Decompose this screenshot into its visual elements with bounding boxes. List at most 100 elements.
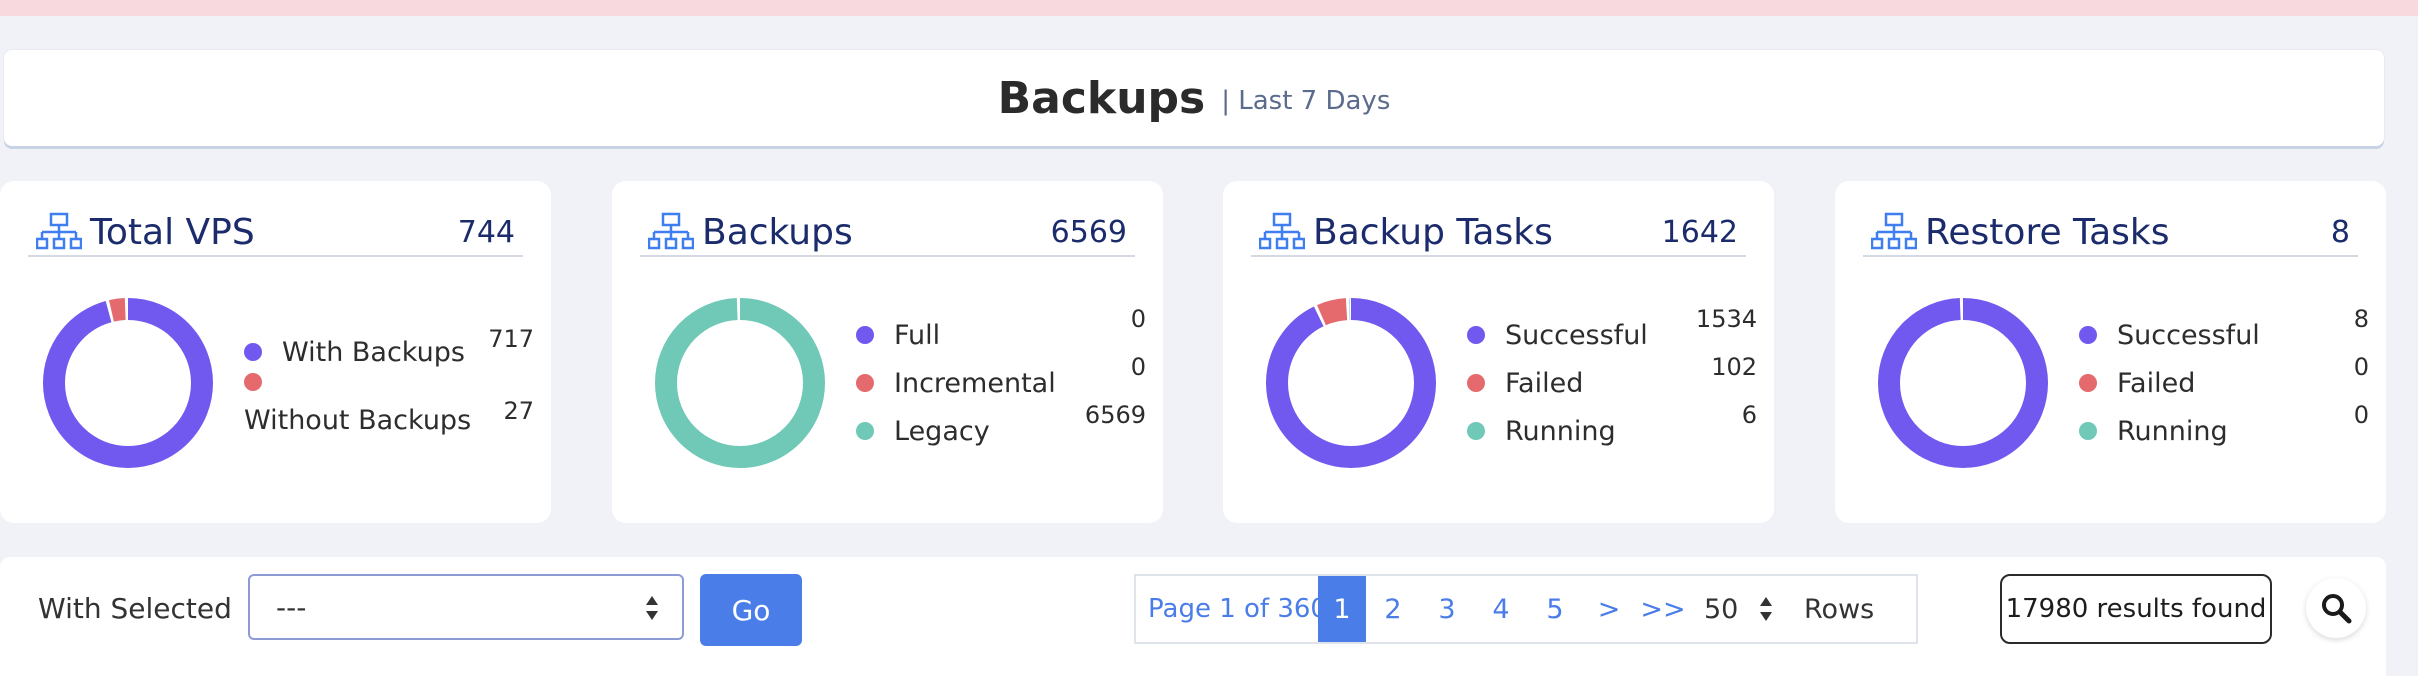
- next-page-link[interactable]: >: [1582, 576, 1636, 642]
- legend-item-successful: Successful 8: [2079, 305, 2369, 359]
- stat-card-backups: Backups 6569 Full 0 Incremental 0 Legacy…: [612, 181, 1163, 523]
- sort-arrows-icon: [1760, 597, 1772, 621]
- legend-value: 8: [2353, 305, 2369, 333]
- legend-dot: [1467, 326, 1485, 344]
- legend-value: 6: [1741, 401, 1757, 429]
- network-icon: [648, 212, 694, 250]
- last-page-link[interactable]: >>: [1636, 576, 1690, 642]
- legend-item-failed: Failed 102: [1467, 353, 1757, 407]
- network-icon: [36, 212, 82, 250]
- legend-item-legacy: Legacy 6569: [856, 401, 1146, 455]
- legend-label: Incremental: [894, 367, 1056, 399]
- results-count: 17980 results found: [2005, 594, 2267, 624]
- legend-value: 0: [1130, 305, 1146, 333]
- card-total: 744: [457, 214, 515, 250]
- legend-label: Successful: [1505, 319, 1648, 351]
- legend-item-running: Running 0: [2079, 401, 2369, 455]
- card-title: Restore Tasks: [1925, 211, 2170, 253]
- legend-item-running: Running 6: [1467, 401, 1757, 455]
- donut-chart-backup-tasks: [1266, 298, 1436, 468]
- page-header: Backups | Last 7 Days: [4, 50, 2384, 146]
- page-link-5[interactable]: 5: [1528, 576, 1582, 642]
- with-selected-label: With Selected: [38, 592, 232, 625]
- legend-value: 102: [1711, 353, 1757, 381]
- legend-dot: [2079, 422, 2097, 440]
- pagination: Page 1 of 360 1 2 3 4 5 > >> 50 Rows: [1134, 574, 1918, 644]
- page-subtitle: | Last 7 Days: [1221, 86, 1391, 116]
- legend-label: With Backups: [282, 336, 465, 368]
- legend-dot: [244, 373, 262, 391]
- page-link-2[interactable]: 2: [1366, 576, 1420, 642]
- donut-chart-backups: [655, 298, 825, 468]
- legend-label: Successful: [2117, 319, 2260, 351]
- top-alert-strip: [0, 0, 2418, 16]
- legend-label: Without Backups: [244, 405, 472, 436]
- legend: With Backups 717 Without Backups 27: [244, 325, 534, 439]
- card-header: Backup Tasks 1642: [1251, 209, 1746, 257]
- donut-slice-successful: [1266, 298, 1436, 468]
- sort-arrows-icon: [646, 596, 658, 620]
- legend-item-successful: Successful 1534: [1467, 305, 1757, 359]
- legend-label: Running: [2117, 415, 2228, 447]
- legend-value: 27: [503, 397, 534, 425]
- legend-dot: [856, 326, 874, 344]
- card-header: Restore Tasks 8: [1863, 209, 2358, 257]
- legend-value: 0: [2353, 401, 2369, 429]
- card-header: Total VPS 744: [28, 209, 523, 257]
- legend-item-incremental: Incremental 0: [856, 353, 1146, 407]
- legend-dot: [2079, 374, 2097, 392]
- donut-slice-successful: [1878, 298, 2048, 468]
- legend: Successful 8 Failed 0 Running 0: [2079, 305, 2369, 455]
- card-header: Backups 6569: [640, 209, 1135, 257]
- legend-item-without-backups: Without Backups 27: [244, 373, 534, 439]
- page-title: Backups: [997, 72, 1206, 124]
- card-total: 6569: [1050, 214, 1127, 250]
- page-link-4[interactable]: 4: [1474, 576, 1528, 642]
- stat-card-restore-tasks: Restore Tasks 8 Successful 8 Failed 0 Ru…: [1835, 181, 2386, 523]
- results-count-badge: 17980 results found: [2000, 574, 2272, 644]
- network-icon: [1871, 212, 1917, 250]
- rows-per-page-select[interactable]: 50 Rows: [1704, 576, 1874, 642]
- card-title: Backups: [702, 211, 853, 253]
- legend-label: Failed: [2117, 367, 2196, 399]
- legend: Full 0 Incremental 0 Legacy 6569: [856, 305, 1146, 455]
- donut-slice-legacy: [655, 298, 825, 468]
- legend-dot: [1467, 422, 1485, 440]
- search-button[interactable]: [2306, 578, 2366, 638]
- card-title: Total VPS: [90, 211, 255, 253]
- legend-item-full: Full 0: [856, 305, 1146, 359]
- legend-label: Full: [894, 319, 941, 351]
- legend-item-with-backups: With Backups 717: [244, 325, 534, 373]
- card-title: Backup Tasks: [1313, 211, 1553, 253]
- page-link-1[interactable]: 1: [1318, 576, 1366, 642]
- card-total: 8: [2330, 214, 2350, 250]
- legend-label: Legacy: [894, 415, 990, 447]
- bulk-action-select-value: ---: [276, 590, 307, 624]
- legend-dot: [856, 374, 874, 392]
- card-total: 1642: [1661, 214, 1738, 250]
- legend-item-failed: Failed 0: [2079, 353, 2369, 407]
- stat-card-total-vps: Total VPS 744 With Backups 717 Without B…: [0, 181, 551, 523]
- go-button[interactable]: Go: [700, 574, 802, 646]
- pagination-info: Page 1 of 360: [1148, 594, 1327, 624]
- legend-value: 0: [2353, 353, 2369, 381]
- rows-label: Rows: [1804, 593, 1875, 625]
- legend-value: 717: [488, 325, 534, 353]
- network-icon: [1259, 212, 1305, 250]
- legend-dot: [244, 343, 262, 361]
- legend-value: 6569: [1084, 401, 1146, 429]
- rows-per-page-value: 50: [1704, 593, 1739, 625]
- legend-dot: [1467, 374, 1485, 392]
- search-icon: [2322, 594, 2352, 624]
- legend-dot: [2079, 326, 2097, 344]
- bulk-action-select[interactable]: ---: [248, 574, 684, 640]
- legend: Successful 1534 Failed 102 Running 6: [1467, 305, 1757, 455]
- donut-slice-with-backups: [43, 298, 213, 468]
- legend-value: 0: [1130, 353, 1146, 381]
- stat-card-backup-tasks: Backup Tasks 1642 Successful 1534 Failed…: [1223, 181, 1774, 523]
- donut-chart-restore-tasks: [1878, 298, 2048, 468]
- page-link-3[interactable]: 3: [1420, 576, 1474, 642]
- legend-dot: [856, 422, 874, 440]
- donut-chart-total-vps: [43, 298, 213, 468]
- legend-label: Failed: [1505, 367, 1584, 399]
